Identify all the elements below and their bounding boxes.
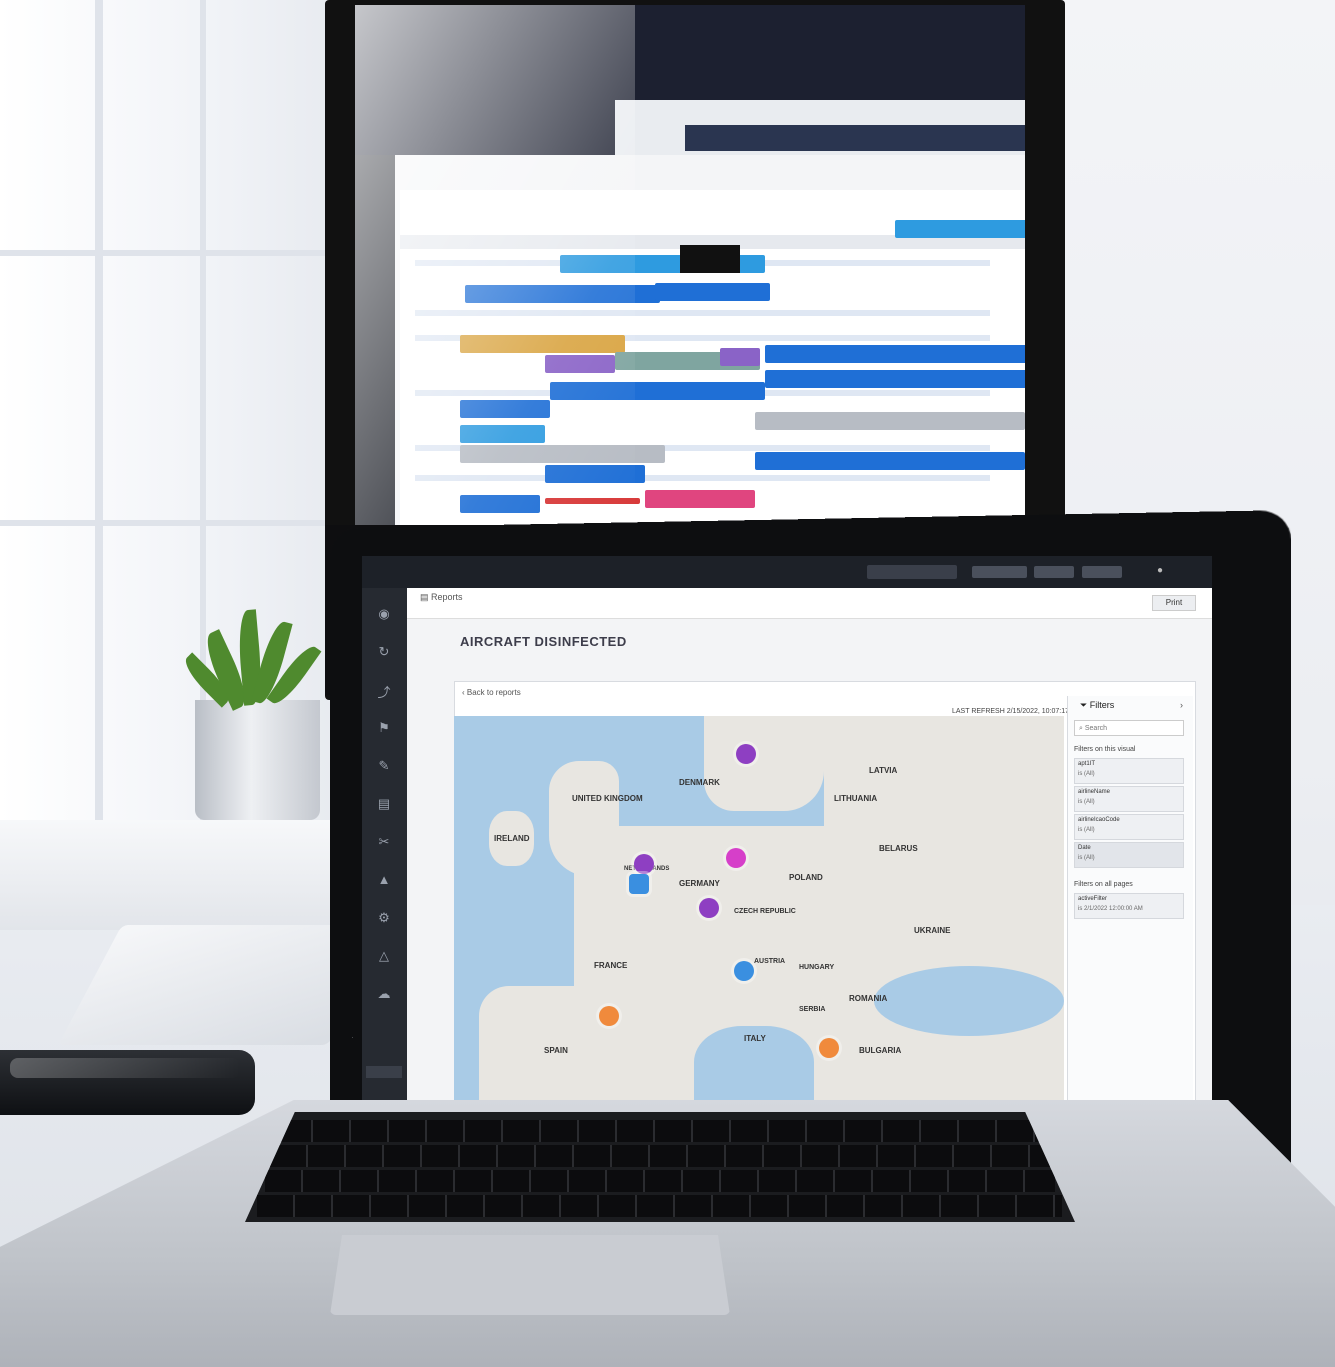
- cloud-icon[interactable]: ☁: [375, 986, 393, 1001]
- gantt-bar[interactable]: [755, 412, 1025, 430]
- edit-icon[interactable]: ✎: [375, 758, 393, 773]
- country-label: POLAND: [789, 873, 823, 882]
- map-marker[interactable]: [699, 898, 719, 918]
- chevron-right-icon[interactable]: ›: [1180, 700, 1183, 710]
- user-icon[interactable]: ●: [1157, 565, 1169, 577]
- laptop-trackpad: [330, 1235, 730, 1315]
- country-label: HUNGARY: [799, 964, 835, 971]
- gantt-bar[interactable]: [895, 220, 1025, 238]
- filter-card[interactable]: apt1IT is (All): [1074, 758, 1184, 784]
- country-label: LATVIA: [869, 766, 898, 775]
- map-marker[interactable]: [734, 961, 754, 981]
- country-label: SERBIA: [799, 1006, 826, 1013]
- map-marker[interactable]: [634, 854, 654, 874]
- top-search-input[interactable]: [867, 565, 957, 579]
- country-label: ROMANIA: [849, 994, 888, 1003]
- window-frame: [0, 250, 330, 256]
- link-icon[interactable]: ⤴: [375, 682, 393, 700]
- gantt-bar[interactable]: [645, 490, 755, 508]
- key-row: [265, 1170, 1055, 1192]
- country-label: LITHUANIA: [834, 794, 878, 803]
- country-label: SPAIN: [544, 1046, 568, 1055]
- country-label: UKRAINE: [914, 926, 951, 935]
- map-marker[interactable]: [629, 874, 649, 894]
- map-land: [549, 761, 619, 876]
- breadcrumb[interactable]: ▤ Reports: [420, 592, 463, 603]
- notifications-toggle[interactable]: [972, 566, 1027, 578]
- gantt-bar[interactable]: [720, 348, 760, 366]
- dashboard-icon[interactable]: ◉: [375, 606, 393, 621]
- phone-reflection: [10, 1058, 240, 1078]
- gantt-bar[interactable]: [755, 452, 1025, 470]
- filter-icon: ⏷: [1080, 700, 1090, 710]
- country-label: BULGARIA: [859, 1046, 902, 1055]
- map-marker[interactable]: [736, 744, 756, 764]
- gantt-bar[interactable]: [765, 370, 1025, 388]
- plant-pot: [195, 700, 320, 820]
- filters-visual-heading: Filters on this visual: [1074, 746, 1136, 753]
- filters-page-heading: Filters on all pages: [1074, 881, 1133, 888]
- chart-icon[interactable]: ▲: [375, 872, 393, 887]
- country-label: DENMARK: [679, 778, 720, 787]
- map-marker[interactable]: [599, 1006, 619, 1026]
- gantt-tooltip: [680, 245, 740, 273]
- key-row: [270, 1145, 1050, 1167]
- white-shelf: [0, 820, 360, 930]
- window-frame: [95, 0, 103, 900]
- filter-card[interactable]: airlineName is (All): [1074, 786, 1184, 812]
- app-top-bar: ●: [362, 556, 1212, 588]
- reports-icon: ▤: [420, 592, 432, 602]
- country-label: FRANCE: [594, 961, 628, 970]
- country-label: GERMANY: [679, 879, 720, 888]
- report-header: [407, 588, 1212, 619]
- export-menu[interactable]: [1034, 566, 1074, 578]
- country-label: AUSTRIA: [754, 958, 786, 965]
- laptop-screen: ● ◉ ↻ ⤴ ⚑ ✎ ▤ ✂ ▲ ⚙ △ ☁ ▤ Reports Print …: [362, 556, 1212, 1116]
- window-frame: [0, 520, 330, 526]
- print-button[interactable]: Print: [1152, 595, 1196, 611]
- gantt-bar[interactable]: [655, 283, 770, 301]
- monitor-timeline-bar: [685, 125, 1025, 151]
- key-row: [257, 1195, 1062, 1217]
- flag-icon[interactable]: ⚑: [375, 720, 393, 735]
- filter-search-input[interactable]: ⌕ Search: [1074, 720, 1184, 736]
- filter-card[interactable]: activeFilter is 2/1/2022 12:00:00 AM: [1074, 893, 1184, 919]
- laptop-keyboard: [245, 1112, 1075, 1222]
- page-title: AIRCRAFT DISINFECTED: [460, 634, 627, 649]
- filter-card[interactable]: Date is (All): [1074, 842, 1184, 868]
- country-label: IRELAND: [494, 834, 530, 843]
- filter-card[interactable]: airlineIcaoCode is (All): [1074, 814, 1184, 840]
- sidebar-collapse-button[interactable]: [366, 1066, 402, 1078]
- app-sidebar: ◉ ↻ ⤴ ⚑ ✎ ▤ ✂ ▲ ⚙ △ ☁: [362, 588, 407, 1116]
- map-marker[interactable]: [819, 1038, 839, 1058]
- map-land: [824, 716, 1064, 836]
- country-label: UNITED KINGDOM: [572, 794, 643, 803]
- map-marker[interactable]: [726, 848, 746, 868]
- europe-map[interactable]: UNITED KINGDOM IRELAND DENMARK NETHERLAN…: [454, 716, 1064, 1116]
- tools-icon[interactable]: ✂: [375, 834, 393, 849]
- key-row: [275, 1120, 1045, 1142]
- monitor-screen: [355, 5, 1025, 525]
- map-land: [704, 716, 824, 811]
- filters-header[interactable]: ⏷ Filters: [1080, 700, 1114, 711]
- gantt-bar[interactable]: [765, 345, 1025, 363]
- screen-glare: [355, 5, 635, 525]
- settings-icon[interactable]: ⚙: [375, 910, 393, 925]
- warning-icon[interactable]: △: [375, 948, 393, 963]
- document-icon[interactable]: ▤: [375, 796, 393, 811]
- country-label: BELARUS: [879, 844, 918, 853]
- refresh-icon[interactable]: ↻: [375, 644, 393, 659]
- last-refresh-label: LAST REFRESH 2/15/2022, 10:07:17: [952, 708, 1069, 715]
- black-sea: [874, 966, 1064, 1036]
- country-label: CZECH REPUBLIC: [734, 908, 796, 915]
- back-link[interactable]: ‹ Back to reports: [462, 688, 521, 697]
- country-label: ITALY: [744, 1034, 766, 1043]
- support-menu[interactable]: [1082, 566, 1122, 578]
